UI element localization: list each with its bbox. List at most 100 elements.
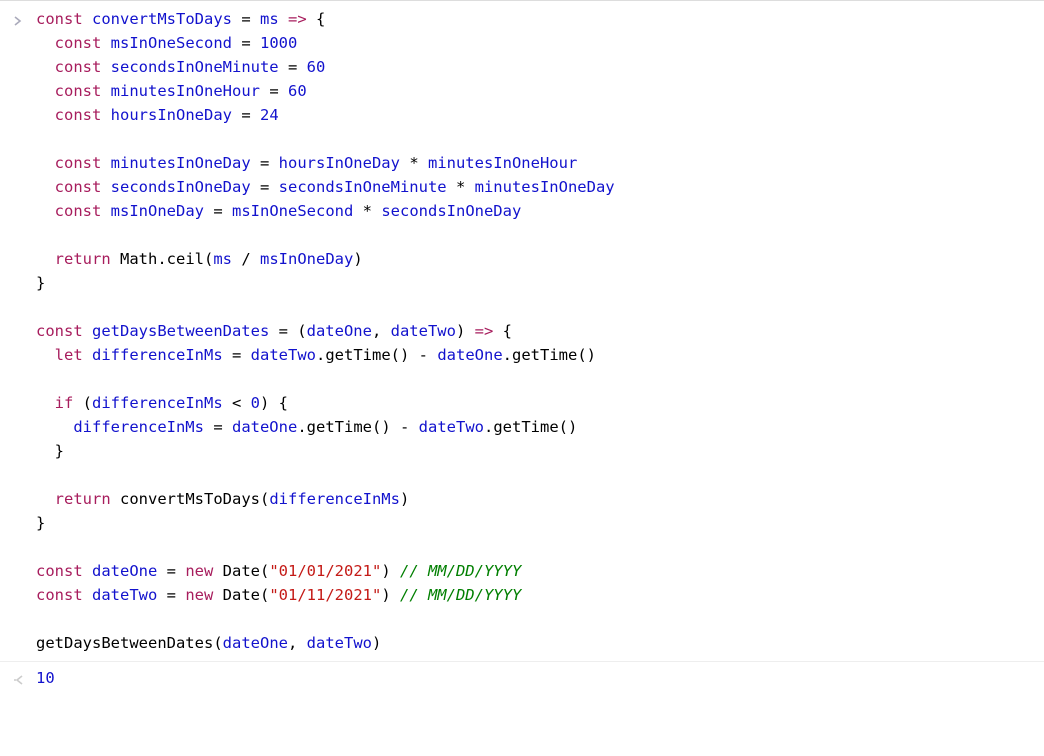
code-token xyxy=(36,34,55,52)
code-line xyxy=(36,295,615,319)
code-token: ( xyxy=(260,586,269,604)
code-token: const xyxy=(55,58,111,76)
code-line: return convertMsToDays(differenceInMs) xyxy=(36,487,615,511)
code-token: convertMsToDays xyxy=(120,490,260,508)
code-token: { xyxy=(493,322,512,340)
code-token: const xyxy=(36,10,92,28)
code-line: const secondsInOneDay = secondsInOneMinu… xyxy=(36,175,615,199)
code-token: const xyxy=(55,82,111,100)
code-token: dateOne xyxy=(437,346,502,364)
code-token xyxy=(279,10,288,28)
code-line: return Math.ceil(ms / msInOneDay) xyxy=(36,247,615,271)
code-token xyxy=(36,154,55,172)
code-token: dateTwo xyxy=(391,322,456,340)
code-token: dateOne xyxy=(92,562,157,580)
code-token: const xyxy=(55,202,111,220)
code-token: = xyxy=(223,346,251,364)
code-token: hoursInOneDay xyxy=(111,106,232,124)
code-token: 1000 xyxy=(260,34,297,52)
code-line xyxy=(36,535,615,559)
code-token: const xyxy=(55,34,111,52)
code-token: ( xyxy=(260,562,269,580)
code-token: ) xyxy=(381,562,400,580)
code-token: return xyxy=(55,490,120,508)
code-token: getTime xyxy=(512,346,577,364)
code-token: minutesInOneDay xyxy=(475,178,615,196)
code-token: minutesInOneDay xyxy=(111,154,251,172)
code-line xyxy=(36,367,615,391)
code-line: const msInOneSecond = 1000 xyxy=(36,31,615,55)
code-token: = xyxy=(279,58,307,76)
code-token xyxy=(36,106,55,124)
console-input-code[interactable]: const convertMsToDays = ms => { const ms… xyxy=(36,7,615,659)
code-token: = xyxy=(204,418,232,436)
code-token: getDaysBetweenDates xyxy=(36,634,213,652)
code-token: () - xyxy=(372,418,419,436)
code-token: * xyxy=(447,178,475,196)
code-token: ) { xyxy=(260,394,288,412)
code-token: = xyxy=(260,82,288,100)
console-input-row[interactable]: const convertMsToDays = ms => { const ms… xyxy=(0,7,1044,659)
code-token: = xyxy=(232,10,260,28)
code-token: ms xyxy=(213,250,232,268)
code-token xyxy=(36,178,55,196)
code-token xyxy=(36,490,55,508)
code-line: const dateTwo = new Date("01/11/2021") /… xyxy=(36,583,615,607)
code-line: const convertMsToDays = ms => { xyxy=(36,7,615,31)
code-token: ms xyxy=(260,10,279,28)
code-token: msInOneDay xyxy=(111,202,204,220)
code-token: , xyxy=(288,634,307,652)
code-token: { xyxy=(307,10,326,28)
code-line xyxy=(36,463,615,487)
code-token: secondsInOneDay xyxy=(381,202,521,220)
code-token: differenceInMs xyxy=(92,346,223,364)
code-token: // MM/DD/YYYY xyxy=(400,562,521,580)
code-token: differenceInMs xyxy=(73,418,204,436)
code-token: const xyxy=(36,586,92,604)
code-token: ( xyxy=(83,394,92,412)
code-token: "01/11/2021" xyxy=(269,586,381,604)
console-output-row: 10 xyxy=(0,661,1044,692)
code-token: = xyxy=(157,586,185,604)
code-token: dateTwo xyxy=(419,418,484,436)
code-token: = xyxy=(204,202,232,220)
code-line: differenceInMs = dateOne.getTime() - dat… xyxy=(36,415,615,439)
code-line: if (differenceInMs < 0) { xyxy=(36,391,615,415)
code-token: . xyxy=(297,418,306,436)
code-token: . xyxy=(484,418,493,436)
code-line: getDaysBetweenDates(dateOne, dateTwo) xyxy=(36,631,615,655)
code-token: 60 xyxy=(288,82,307,100)
code-token: = xyxy=(232,34,260,52)
code-token: => xyxy=(288,10,307,28)
code-token: new xyxy=(185,586,222,604)
code-token: msInOneDay xyxy=(260,250,353,268)
code-token: 60 xyxy=(307,58,326,76)
code-token: return xyxy=(55,250,120,268)
code-token: => xyxy=(475,322,494,340)
input-prompt-icon xyxy=(0,7,36,33)
code-token: // MM/DD/YYYY xyxy=(400,586,521,604)
code-token: } xyxy=(36,274,45,292)
code-line: const hoursInOneDay = 24 xyxy=(36,103,615,127)
code-line: } xyxy=(36,511,615,535)
code-line xyxy=(36,223,615,247)
code-token: msInOneSecond xyxy=(111,34,232,52)
code-token: secondsInOneMinute xyxy=(279,178,447,196)
code-token: = xyxy=(157,562,185,580)
code-token: . xyxy=(157,250,166,268)
code-token: * xyxy=(353,202,381,220)
code-token: differenceInMs xyxy=(269,490,400,508)
code-token: < xyxy=(223,394,251,412)
code-line: const msInOneDay = msInOneSecond * secon… xyxy=(36,199,615,223)
code-token: ) xyxy=(353,250,362,268)
code-token: dateTwo xyxy=(92,586,157,604)
code-token: . xyxy=(503,346,512,364)
code-token: getTime xyxy=(493,418,558,436)
code-token: Date xyxy=(223,586,260,604)
code-token: getTime xyxy=(325,346,390,364)
code-token: "01/01/2021" xyxy=(269,562,381,580)
code-token: ) xyxy=(400,490,409,508)
code-token: / xyxy=(232,250,260,268)
code-token: ( xyxy=(204,250,213,268)
code-line: const dateOne = new Date("01/01/2021") /… xyxy=(36,559,615,583)
